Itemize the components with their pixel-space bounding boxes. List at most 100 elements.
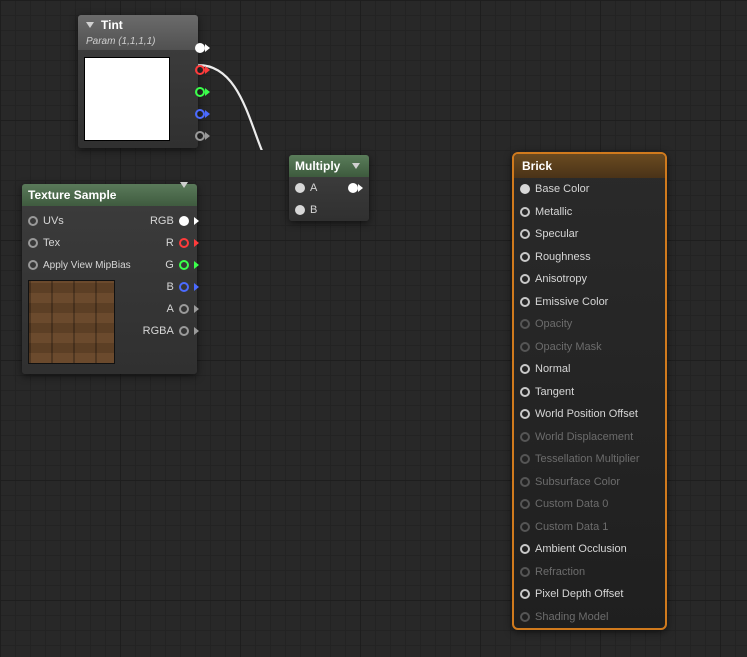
input-label: Specular bbox=[535, 228, 578, 240]
material-input-base-color[interactable]: Base Color bbox=[514, 178, 665, 201]
texture-thumbnail[interactable] bbox=[28, 280, 115, 364]
input-label: Tex bbox=[43, 237, 60, 249]
material-input-emissive-color[interactable]: Emissive Color bbox=[514, 291, 665, 314]
output-pin-g[interactable] bbox=[179, 260, 189, 270]
input-pin[interactable] bbox=[520, 409, 530, 419]
input-pin[interactable] bbox=[520, 477, 530, 487]
output-label: A bbox=[166, 303, 173, 315]
material-input-opacity[interactable]: Opacity bbox=[514, 313, 665, 336]
output-pin-g[interactable] bbox=[195, 87, 205, 97]
input-pin[interactable] bbox=[520, 297, 530, 307]
input-label: World Position Offset bbox=[535, 408, 638, 420]
output-pin-rgba[interactable] bbox=[195, 43, 205, 53]
input-pin[interactable] bbox=[520, 207, 530, 217]
input-label: Shading Model bbox=[535, 611, 608, 623]
output-pin-rgb[interactable] bbox=[179, 216, 189, 226]
output-pins bbox=[195, 43, 210, 141]
input-pin[interactable] bbox=[520, 342, 530, 352]
node-subtitle: Param (1,1,1,1) bbox=[86, 36, 155, 47]
output-pin-b[interactable] bbox=[179, 282, 189, 292]
material-input-pixel-depth-offset[interactable]: Pixel Depth Offset bbox=[514, 583, 665, 606]
input-pin[interactable] bbox=[520, 589, 530, 599]
input-label: Base Color bbox=[535, 183, 589, 195]
output-pin-a[interactable] bbox=[179, 304, 189, 314]
material-input-tessellation-multiplier[interactable]: Tessellation Multiplier bbox=[514, 448, 665, 471]
output-pin-a[interactable] bbox=[195, 131, 205, 141]
material-input-specular[interactable]: Specular bbox=[514, 223, 665, 246]
input-label: Pixel Depth Offset bbox=[535, 588, 623, 600]
material-input-normal[interactable]: Normal bbox=[514, 358, 665, 381]
material-input-refraction[interactable]: Refraction bbox=[514, 561, 665, 584]
expand-icon[interactable] bbox=[180, 188, 191, 202]
input-pin[interactable] bbox=[520, 544, 530, 554]
input-label: World Displacement bbox=[535, 431, 633, 443]
material-input-world-displacement[interactable]: World Displacement bbox=[514, 426, 665, 449]
collapse-icon[interactable] bbox=[86, 22, 94, 28]
input-pin[interactable] bbox=[520, 432, 530, 442]
output-label: B bbox=[166, 281, 173, 293]
material-input-shading-model[interactable]: Shading Model bbox=[514, 606, 665, 629]
node-header[interactable]: Texture Sample bbox=[22, 184, 197, 206]
input-label: Tessellation Multiplier bbox=[535, 453, 640, 465]
input-pin-a[interactable] bbox=[295, 183, 305, 193]
input-pin[interactable] bbox=[520, 522, 530, 532]
input-label: Metallic bbox=[535, 206, 572, 218]
material-input-tangent[interactable]: Tangent bbox=[514, 381, 665, 404]
input-pin[interactable] bbox=[520, 364, 530, 374]
material-input-opacity-mask[interactable]: Opacity Mask bbox=[514, 336, 665, 359]
input-pin[interactable] bbox=[520, 229, 530, 239]
input-label: Apply View MipBias bbox=[43, 260, 131, 271]
input-label: Anisotropy bbox=[535, 273, 587, 285]
input-label: B bbox=[310, 204, 317, 216]
input-pin[interactable] bbox=[520, 454, 530, 464]
node-header[interactable]: Multiply bbox=[289, 155, 369, 177]
input-label: Subsurface Color bbox=[535, 476, 620, 488]
material-input-subsurface-color[interactable]: Subsurface Color bbox=[514, 471, 665, 494]
output-label: R bbox=[166, 237, 174, 249]
input-pin[interactable] bbox=[520, 499, 530, 509]
tint-param-node[interactable]: Tint Param (1,1,1,1) bbox=[78, 15, 198, 148]
node-header[interactable]: Tint Param (1,1,1,1) bbox=[78, 15, 198, 50]
material-input-world-position-offset[interactable]: World Position Offset bbox=[514, 403, 665, 426]
input-label: Refraction bbox=[535, 566, 585, 578]
input-label: Emissive Color bbox=[535, 296, 608, 308]
input-pin[interactable] bbox=[520, 252, 530, 262]
output-pin[interactable] bbox=[348, 183, 358, 193]
material-result-node[interactable]: Brick Base Color Metallic Specular Roughnes… bbox=[512, 152, 667, 630]
output-pin-b[interactable] bbox=[195, 109, 205, 119]
input-label: Ambient Occlusion bbox=[535, 543, 627, 555]
material-input-custom-data-1[interactable]: Custom Data 1 bbox=[514, 516, 665, 539]
material-input-ambient-occlusion[interactable]: Ambient Occlusion bbox=[514, 538, 665, 561]
output-pin-rgba[interactable] bbox=[179, 326, 189, 336]
input-pin[interactable] bbox=[520, 274, 530, 284]
input-pin[interactable] bbox=[520, 387, 530, 397]
material-input-custom-data-0[interactable]: Custom Data 0 bbox=[514, 493, 665, 516]
output-label: G bbox=[165, 259, 174, 271]
output-pin-r[interactable] bbox=[179, 238, 189, 248]
input-pin-tex[interactable] bbox=[28, 238, 38, 248]
node-title: Multiply bbox=[295, 159, 340, 173]
input-pin[interactable] bbox=[520, 567, 530, 577]
output-label: RGBA bbox=[143, 325, 174, 337]
input-pin[interactable] bbox=[520, 612, 530, 622]
output-label: RGB bbox=[150, 215, 174, 227]
node-title: Texture Sample bbox=[28, 188, 116, 202]
input-pin-uvs[interactable] bbox=[28, 216, 38, 226]
input-pin[interactable] bbox=[520, 319, 530, 329]
input-label: Opacity bbox=[535, 318, 572, 330]
texture-sample-node[interactable]: Texture Sample UVs Tex Apply View MipBia… bbox=[22, 184, 197, 374]
input-label: Tangent bbox=[535, 386, 574, 398]
node-header[interactable]: Brick bbox=[514, 154, 665, 178]
collapse-icon[interactable] bbox=[352, 163, 360, 169]
material-input-anisotropy[interactable]: Anisotropy bbox=[514, 268, 665, 291]
output-pin-r[interactable] bbox=[195, 65, 205, 75]
input-label: Roughness bbox=[535, 251, 591, 263]
material-input-metallic[interactable]: Metallic bbox=[514, 201, 665, 224]
input-pin-b[interactable] bbox=[295, 205, 305, 215]
input-pin-mipbias[interactable] bbox=[28, 260, 38, 270]
color-swatch[interactable] bbox=[84, 57, 170, 141]
material-input-roughness[interactable]: Roughness bbox=[514, 246, 665, 269]
input-label: A bbox=[310, 182, 317, 194]
input-pin[interactable] bbox=[520, 184, 530, 194]
multiply-node[interactable]: Multiply A B bbox=[289, 155, 369, 221]
